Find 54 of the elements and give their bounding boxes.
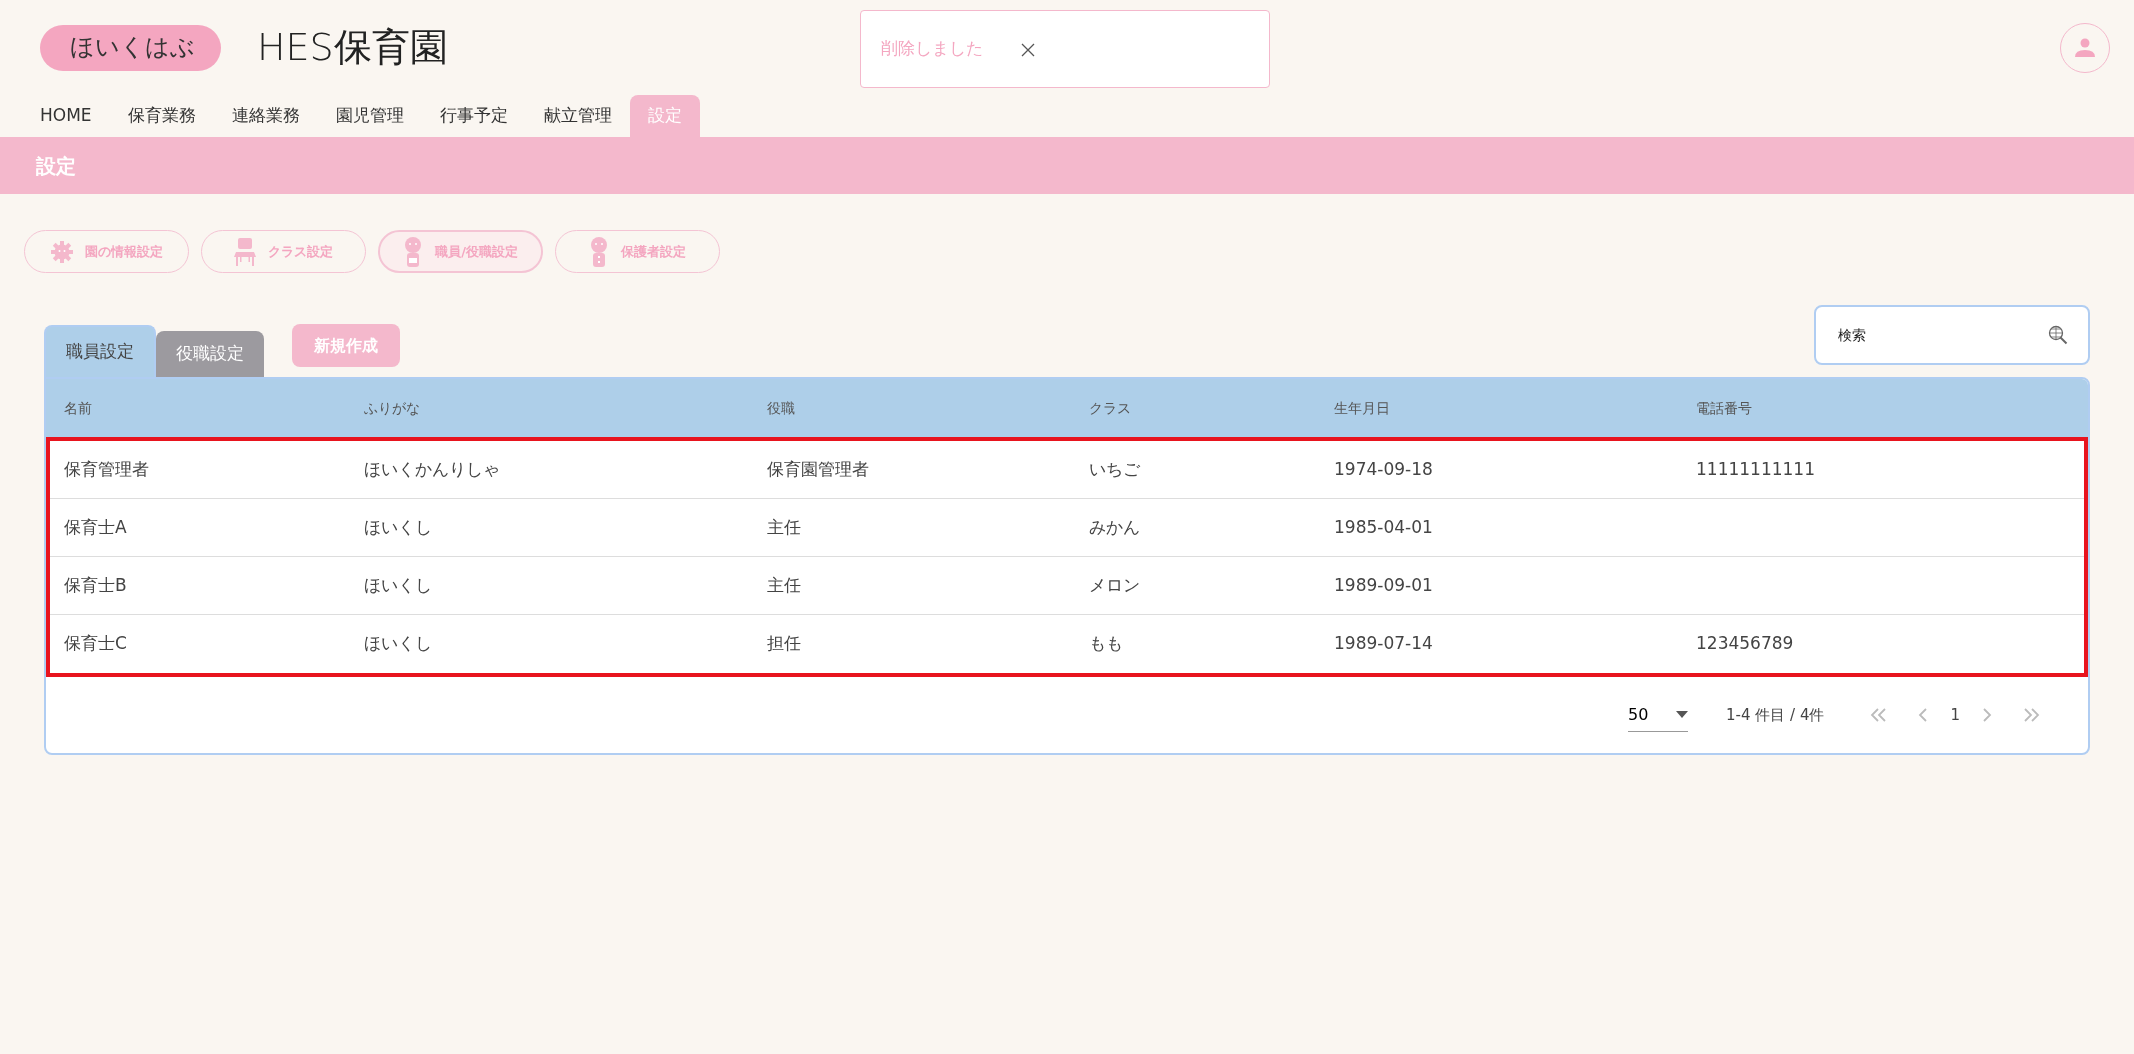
table-cell-text: 保育士A bbox=[63, 515, 128, 539]
table-cell-text: 1989-07-14 bbox=[1333, 632, 1434, 656]
nav-tab[interactable]: 献立管理 bbox=[525, 95, 630, 137]
nav-tab[interactable]: 行事予定 bbox=[421, 95, 526, 137]
column-header: 役職 bbox=[766, 398, 796, 418]
close-icon bbox=[1021, 42, 1035, 57]
site-title: HES保育園 bbox=[257, 24, 448, 71]
nav-tab[interactable]: 保育業務 bbox=[109, 95, 214, 137]
table-cell-text: 保育士C bbox=[63, 632, 128, 656]
table-cell-text: いちご bbox=[1088, 457, 1141, 481]
column-header: 生年月日 bbox=[1333, 398, 1391, 418]
page-range: 1-4 件目 / 4件 bbox=[1726, 704, 1825, 726]
table-cell-text: ほいくし bbox=[363, 515, 433, 539]
chevron-right-icon bbox=[1982, 708, 1992, 723]
table-cell-text: 保育園管理者 bbox=[766, 457, 870, 481]
current-page: 1 bbox=[1950, 704, 1960, 726]
table-cell-text: 主任 bbox=[766, 515, 802, 539]
table-cell-text: 担任 bbox=[766, 632, 802, 656]
nav-tab[interactable]: 園児管理 bbox=[317, 95, 422, 137]
table-cell-text: 保育管理者 bbox=[63, 457, 150, 481]
double-chevron-left-icon bbox=[1870, 708, 1889, 723]
nav-tab[interactable]: 連絡業務 bbox=[213, 95, 318, 137]
table-cell-text: もも bbox=[1088, 632, 1124, 656]
sub-tab[interactable]: 職員設定 bbox=[44, 325, 156, 377]
chevron-left-icon bbox=[1918, 708, 1929, 723]
table-cell-text: ほいくかんりしゃ bbox=[363, 457, 501, 481]
search-icon bbox=[2048, 325, 2068, 345]
person-icon bbox=[403, 236, 424, 267]
table-cell-text: ほいくし bbox=[363, 573, 433, 597]
user-icon bbox=[2074, 37, 2096, 58]
column-header: クラス bbox=[1088, 398, 1132, 418]
table-cell-text: 1974-09-18 bbox=[1333, 457, 1434, 481]
table-cell-text: ほいくし bbox=[363, 632, 433, 656]
double-chevron-right-icon bbox=[2022, 708, 2040, 723]
table-cell-text: 1989-09-01 bbox=[1333, 573, 1434, 597]
search-field[interactable]: 検索 bbox=[1814, 305, 2090, 365]
table-cell-text: メロン bbox=[1088, 573, 1141, 597]
person-icon bbox=[589, 236, 609, 267]
column-header: 電話番号 bbox=[1695, 398, 1753, 418]
caret-icon bbox=[1676, 711, 1689, 718]
logo: ほいくはぶ bbox=[40, 24, 221, 71]
toast-message: 削除しました bbox=[881, 37, 983, 61]
column-header: 名前 bbox=[63, 398, 93, 418]
table-cell-text: 123456789 bbox=[1695, 632, 1795, 656]
table-cell-text: みかん bbox=[1088, 515, 1141, 539]
table-cell-text: 11111111111 bbox=[1695, 457, 1816, 481]
page-size-select[interactable]: 50 bbox=[1628, 698, 1689, 732]
nav-tab[interactable]: HOME bbox=[22, 95, 110, 137]
table-cell-text: 保育士B bbox=[63, 573, 128, 597]
table-cell-text: 主任 bbox=[766, 573, 802, 597]
chair-icon bbox=[234, 237, 256, 266]
page-title: 設定 bbox=[36, 152, 76, 180]
column-header: ふりがな bbox=[363, 398, 421, 418]
table-cell-text: 1985-04-01 bbox=[1333, 515, 1434, 539]
